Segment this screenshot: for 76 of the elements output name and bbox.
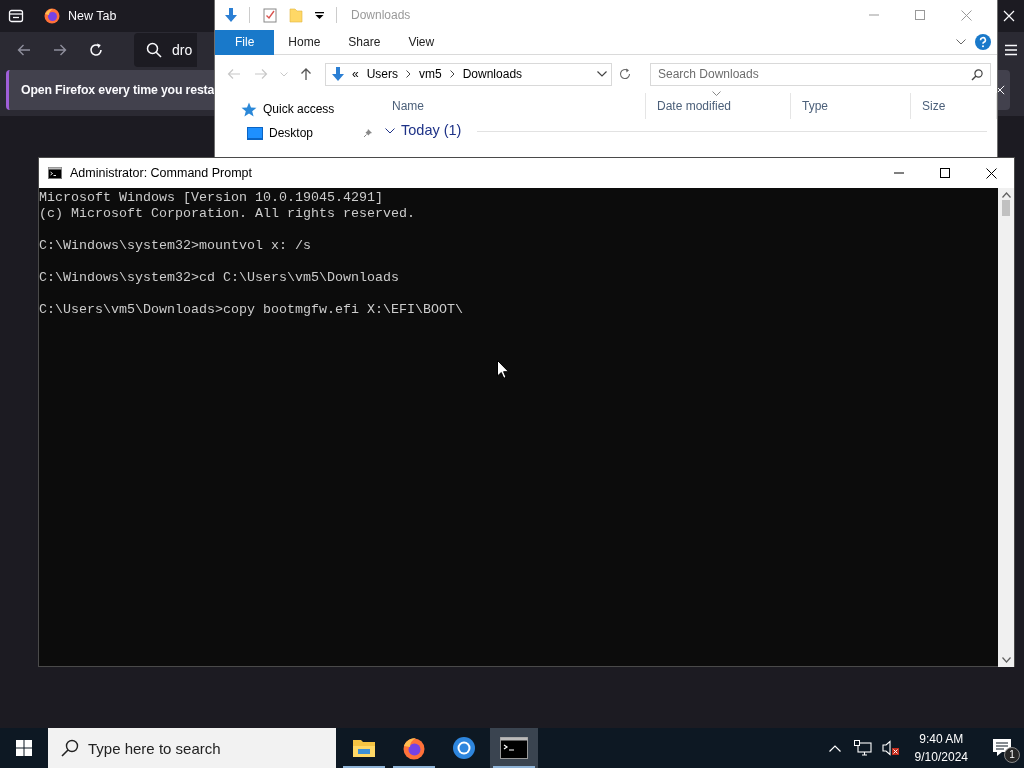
browser-icon — [452, 736, 476, 760]
close-icon — [1003, 10, 1015, 22]
terminal-icon — [48, 167, 62, 179]
caret-icon — [314, 10, 324, 20]
network-icon — [853, 740, 872, 756]
notification-button[interactable]: 1 — [980, 728, 1024, 768]
command-prompt-button[interactable] — [490, 728, 538, 768]
download-icon — [330, 66, 346, 82]
console-line: C:\Users\vm5\Downloads>copy bootmgfw.efi X:\EFI\BOOT\ — [39, 302, 464, 318]
ribbon-tab[interactable]: File — [215, 29, 275, 55]
column-header[interactable]: Size — [911, 93, 997, 119]
overflow-button[interactable]: « — [352, 65, 359, 83]
windows-logo-icon — [16, 740, 32, 756]
breadcrumb-item[interactable]: vm5 — [419, 65, 442, 83]
column-header[interactable]: Type — [791, 93, 911, 119]
search-field[interactable]: Type here to search — [48, 728, 336, 768]
browser-logo-icon — [44, 8, 60, 24]
console-line: C:\Windows\system32>mountvol x: /s — [39, 238, 312, 254]
search-icon — [970, 68, 983, 81]
caret-up-icon — [828, 744, 841, 752]
breadcrumb-item[interactable]: Downloads — [462, 65, 523, 83]
chevron-icon — [449, 70, 455, 78]
scroll-down-icon[interactable] — [1001, 657, 1011, 663]
cursor-icon — [497, 360, 509, 379]
desktop-icon — [247, 126, 263, 140]
console-line: (c) Microsoft Corporation. All rights reserved. — [39, 206, 416, 222]
ribbon-tab[interactable]: Share — [334, 29, 395, 55]
chevron-icon — [956, 39, 966, 45]
ribbon-tab[interactable]: Home — [274, 29, 335, 55]
reload-icon — [88, 42, 104, 58]
maximize-icon — [915, 10, 925, 20]
address-field[interactable]: dro — [134, 33, 197, 67]
download-icon — [223, 7, 239, 23]
muted-speaker-icon — [881, 740, 900, 756]
window-title: Administrator: Command Prompt — [70, 164, 252, 182]
clock[interactable]: 9:40 AM 9/10/2024 — [906, 730, 976, 766]
browser-logo-icon — [402, 736, 426, 760]
window-title: Downloads — [351, 7, 411, 24]
ribbon-tab[interactable]: View — [394, 29, 449, 55]
search-icon — [61, 739, 79, 757]
column-header[interactable]: Date modified — [646, 93, 791, 119]
nav-item[interactable]: Desktop — [215, 121, 381, 145]
maximize-icon — [940, 168, 950, 178]
star-icon — [241, 101, 257, 117]
back-arrow-icon — [16, 42, 32, 58]
column-header[interactable]: Name — [381, 93, 646, 119]
group-header[interactable]: Today (1) — [401, 120, 462, 142]
caret-icon — [279, 71, 288, 77]
forward-arrow-icon — [52, 42, 68, 58]
close-icon — [960, 9, 972, 21]
search-icon — [146, 42, 162, 58]
notification-count: 1 — [1004, 747, 1020, 763]
forward-arrow-icon — [254, 68, 269, 80]
scroll-up-icon[interactable] — [1001, 192, 1011, 198]
folder-icon — [352, 738, 376, 758]
notification-text: Open Firefox every time you resta — [21, 81, 215, 99]
console-line: Microsoft Windows [Version 10.0.19045.4291] — [39, 190, 384, 206]
checkmark-page-icon — [263, 7, 277, 23]
folder-icon — [289, 7, 303, 23]
nav-item[interactable]: Quick access — [215, 97, 381, 121]
help-icon — [975, 34, 991, 50]
address-bar[interactable]: « Users vm5 Downloads — [325, 62, 613, 86]
up-arrow-icon — [300, 67, 313, 81]
terminal-icon — [500, 737, 528, 759]
search-field[interactable]: Search Downloads — [649, 62, 991, 86]
console-line: C:\Windows\system32>cd C:\Users\vm5\Downloads — [39, 270, 400, 286]
scrollbar[interactable] — [998, 188, 1014, 667]
tab-list-icon — [8, 8, 24, 24]
menu-icon — [1004, 44, 1018, 56]
close-icon — [985, 167, 997, 179]
back-arrow-icon — [226, 68, 241, 80]
dropdown-icon — [597, 71, 608, 77]
refresh-icon — [619, 68, 632, 80]
chevron-icon — [406, 70, 411, 78]
breadcrumb-item[interactable]: Users — [366, 65, 398, 83]
scroll-thumb[interactable] — [1002, 200, 1010, 216]
